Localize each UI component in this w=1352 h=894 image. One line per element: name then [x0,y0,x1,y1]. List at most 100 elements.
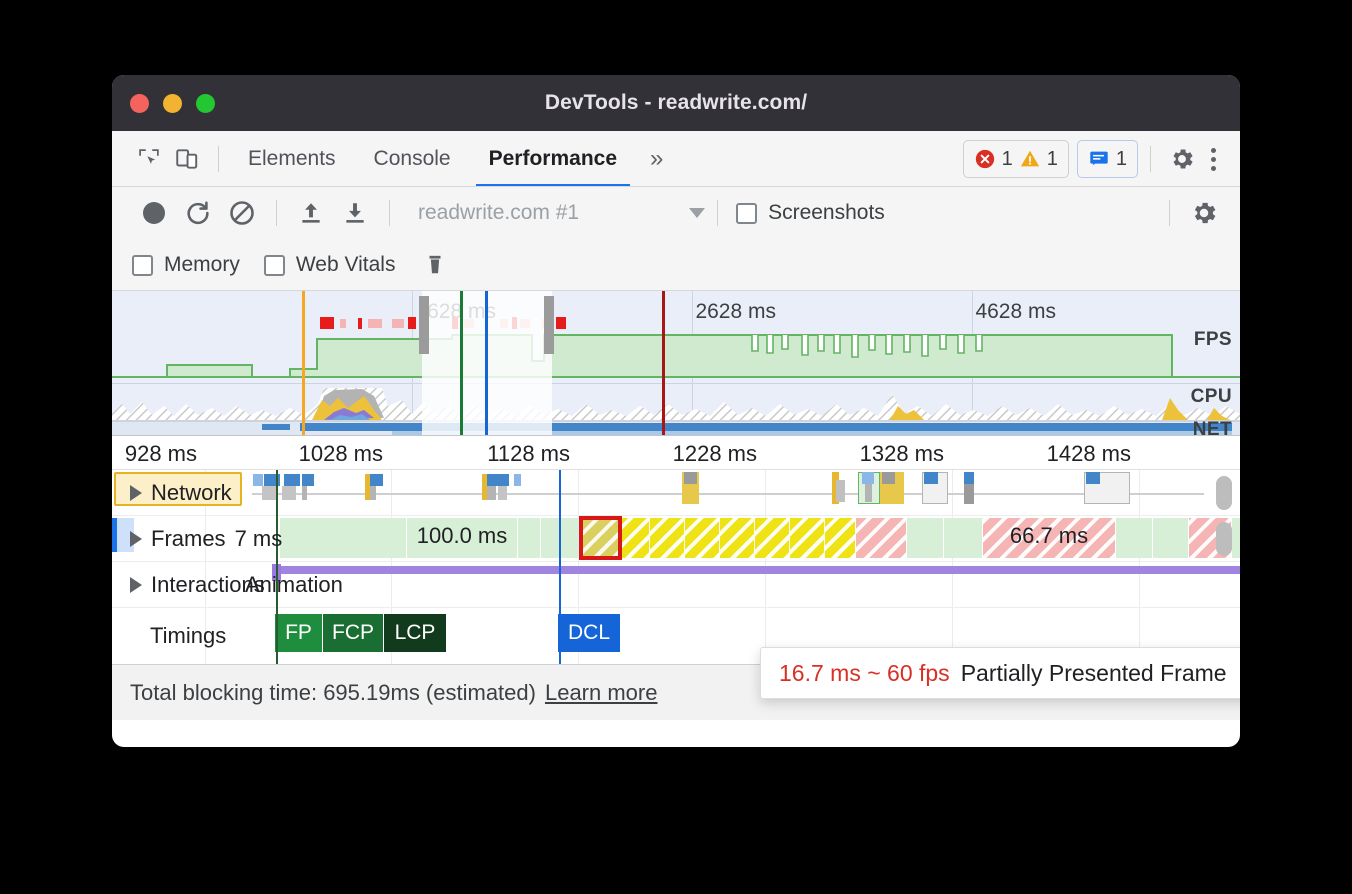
frame-segment[interactable] [280,518,406,558]
error-badge[interactable]: 1 [974,148,1013,171]
network-request[interactable] [487,486,496,500]
frame-segment[interactable] [1232,518,1240,558]
load-profile-icon [298,199,324,227]
inspect-element-button[interactable] [130,140,168,178]
network-request[interactable] [262,486,276,500]
expand-triangle-icon[interactable] [130,531,142,547]
overview-net-label: NET [1193,419,1232,436]
timeline-tracks[interactable]: 928 ms 1028 ms 1128 ms 1228 ms 1328 ms 1… [112,436,1240,664]
more-options-button[interactable] [1201,148,1226,171]
timing-marker-lcp[interactable]: LCP [384,614,446,652]
message-badge[interactable]: 1 [1088,148,1127,171]
error-icon [974,148,996,170]
screenshots-checkbox-row[interactable]: Screenshots [736,201,885,225]
frame-duration-label: 66.7 ms [983,516,1115,556]
network-request[interactable] [302,486,307,500]
messages-badge-group[interactable]: 1 [1077,140,1138,178]
frame-segment[interactable] [1153,518,1188,558]
frame-segment[interactable] [685,518,719,558]
memory-checkbox[interactable] [132,255,153,276]
frames-scrollbar-thumb[interactable] [1216,522,1232,556]
memory-checkbox-row[interactable]: Memory [132,253,240,277]
network-request[interactable] [865,484,872,502]
devtools-settings-button[interactable] [1163,140,1201,178]
animation-bar[interactable] [276,566,1240,574]
timing-marker-fp[interactable]: FP [275,614,322,652]
network-request[interactable] [253,474,263,486]
network-request[interactable] [684,472,697,484]
network-request[interactable] [302,474,314,486]
expand-triangle-icon[interactable] [130,577,142,593]
timing-marker-fcp[interactable]: FCP [323,614,383,652]
network-request[interactable] [514,474,521,486]
frame-segment[interactable] [650,518,684,558]
network-request[interactable] [964,472,974,484]
screenshots-checkbox[interactable] [736,203,757,224]
tab-elements[interactable]: Elements [231,131,353,187]
timeline-overview[interactable]: 628 ms 2628 ms 4628 ms 6628 ms [112,291,1240,436]
track-header-network[interactable]: Network [130,480,232,506]
timing-marker-dcl[interactable]: DCL [558,614,620,652]
caret-down-icon[interactable] [689,208,705,218]
minimize-window-button[interactable] [163,94,182,113]
network-request[interactable] [862,472,874,484]
record-button[interactable] [132,193,176,233]
load-profile-button[interactable] [289,193,333,233]
tracks-scrollbar-thumb[interactable] [1216,476,1232,510]
perfbar-divider-4 [1169,200,1170,226]
network-request[interactable] [882,472,895,484]
network-request[interactable] [498,486,507,500]
net-bar-segment [262,424,290,430]
perfbar-divider-3 [717,200,718,226]
panel-tabs: Elements Console Performance » [231,131,675,187]
web-vitals-label: Web Vitals [296,253,396,277]
track-header-frames[interactable]: Frames 7 ms [130,526,282,552]
frame-segment[interactable] [790,518,824,558]
frame-segment[interactable] [720,518,754,558]
frame-segment[interactable] [856,518,906,558]
capture-settings-button[interactable] [1182,193,1226,233]
frame-segment[interactable] [518,518,540,558]
overview-selection-handle-left[interactable] [419,296,429,354]
zoom-window-button[interactable] [196,94,215,113]
issues-badge-group[interactable]: 1 1 [963,140,1069,178]
overview-marker-blue [485,291,488,435]
toggle-device-toolbar-button[interactable] [168,140,206,178]
frame-segment[interactable] [1116,518,1152,558]
network-request[interactable] [1086,472,1100,484]
frame-segment[interactable] [944,518,982,558]
network-request[interactable] [284,474,300,486]
profile-selector[interactable]: readwrite.com #1 [418,201,579,225]
clear-recording-button[interactable] [220,193,264,233]
network-request[interactable] [924,472,938,484]
expand-triangle-icon[interactable] [130,485,142,501]
save-profile-button[interactable] [333,193,377,233]
chevron-double-right-icon[interactable]: » [638,145,675,173]
track-header-interactions[interactable]: Interactions [130,572,265,598]
collect-garbage-button[interactable] [413,245,457,285]
tab-console[interactable]: Console [357,131,468,187]
warning-icon [1019,148,1041,170]
track-interactions[interactable]: Interactions Animation [112,562,1240,608]
timeline-ruler[interactable]: 928 ms 1028 ms 1128 ms 1228 ms 1328 ms 1… [112,436,1240,470]
web-vitals-checkbox-row[interactable]: Web Vitals [264,253,396,277]
network-request[interactable] [370,486,376,500]
network-request[interactable] [370,474,383,486]
track-network[interactable]: Network [112,470,1240,516]
frame-segment[interactable] [825,518,855,558]
frame-segment[interactable] [907,518,943,558]
trash-icon [424,251,446,279]
reload-and-record-button[interactable] [176,193,220,233]
track-frames[interactable]: Frames 7 ms 100.0 ms 66.7 m [112,516,1240,562]
network-request[interactable] [836,480,845,502]
learn-more-link[interactable]: Learn more [545,680,658,706]
overview-selection-handle-right[interactable] [544,296,554,354]
warning-badge[interactable]: 1 [1019,148,1058,171]
frame-segment[interactable] [755,518,789,558]
network-request[interactable] [487,474,509,486]
web-vitals-checkbox[interactable] [264,255,285,276]
close-window-button[interactable] [130,94,149,113]
network-request[interactable] [282,486,296,500]
tab-performance[interactable]: Performance [472,131,634,187]
selected-frame[interactable] [579,516,622,560]
